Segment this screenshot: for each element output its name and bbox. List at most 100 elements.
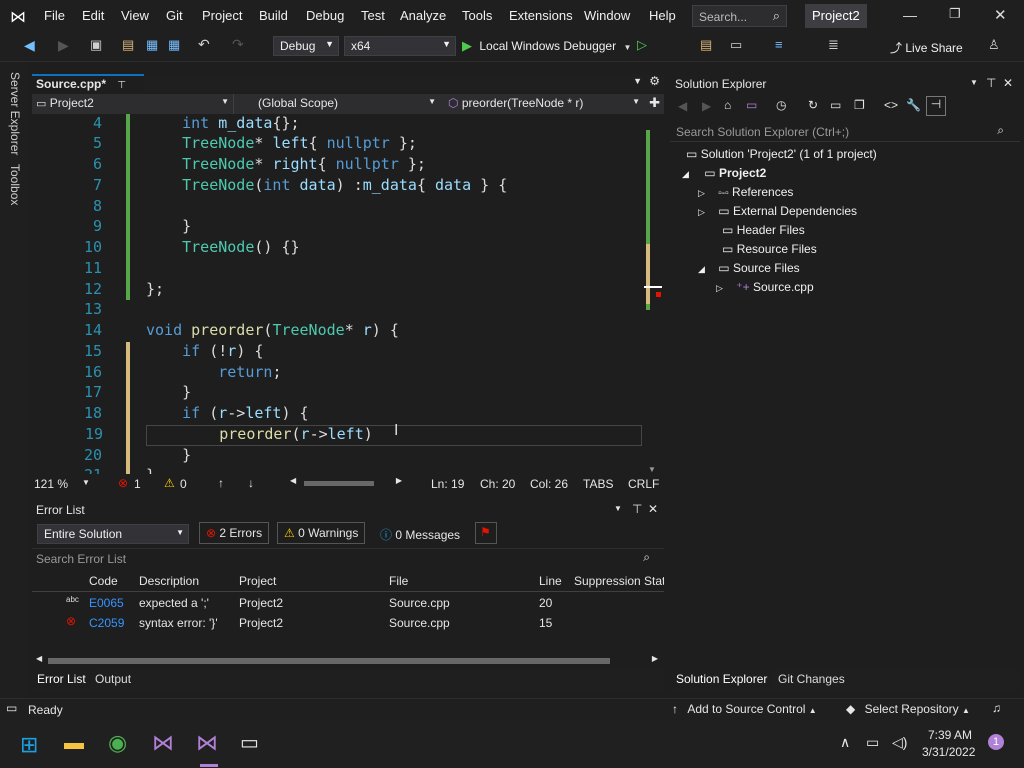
home-icon[interactable]: ⌂ xyxy=(724,98,731,112)
tree-references[interactable]: ▷ ▫-▫ References xyxy=(698,185,793,199)
pin-icon[interactable]: ⊤ xyxy=(986,76,996,90)
prev-issue-icon[interactable]: ↑ xyxy=(218,476,224,490)
scroll-thumb[interactable] xyxy=(644,286,662,288)
member-dropdown[interactable]: ⬡ preorder(TreeNode * r) ▼ xyxy=(444,94,644,114)
redo-icon[interactable]: ↷ xyxy=(232,36,244,53)
tree-source-cpp[interactable]: ▷ ⁺+ Source.cpp xyxy=(716,280,814,294)
solution-search-input[interactable]: Search Solution Explorer (Ctrl+;) ⌕ xyxy=(670,122,1020,142)
search-icon[interactable]: ⌕ xyxy=(997,123,1004,138)
preview-icon[interactable]: ⊣ xyxy=(926,96,946,116)
tree-source-files[interactable]: ◢ ▭ Source Files xyxy=(698,261,800,275)
col-indicator[interactable]: Col: 26 xyxy=(530,477,568,491)
errors-filter-button[interactable]: ⊗ 2 Errors xyxy=(199,522,270,544)
error-count[interactable]: 1 xyxy=(134,477,141,491)
properties-icon[interactable]: 🔧 xyxy=(906,98,921,112)
tray-chevron-icon[interactable]: ∧ xyxy=(840,734,850,751)
server-explorer-tab[interactable]: Server Explorer xyxy=(8,72,22,155)
feedback-icon[interactable]: ♙ xyxy=(988,37,1000,53)
col-project[interactable]: Project xyxy=(239,574,276,588)
tree-project[interactable]: ◢ ▭ Project2 xyxy=(682,166,766,180)
menu-edit[interactable]: Edit xyxy=(82,8,104,23)
project-dropdown[interactable]: ▭ Project2 ▼ xyxy=(32,94,234,114)
code-view-icon[interactable]: <> xyxy=(884,98,898,112)
menu-build[interactable]: Build xyxy=(259,8,288,23)
windows-start-icon[interactable]: ⊞ xyxy=(20,732,38,758)
forward-icon[interactable]: ▶ xyxy=(58,37,69,54)
hscroll-thumb[interactable] xyxy=(304,481,374,486)
tab-error-list[interactable]: Error List xyxy=(32,670,91,688)
close-button[interactable]: ✕ xyxy=(994,6,1007,24)
char-indicator[interactable]: Ch: 20 xyxy=(480,477,515,491)
platform-dropdown[interactable]: x64 ▼ xyxy=(344,36,456,56)
col-line[interactable]: Line xyxy=(539,574,562,588)
messages-filter-button[interactable]: ⓘ 0 Messages xyxy=(373,522,467,544)
tab-output[interactable]: Output xyxy=(90,672,136,686)
menu-window[interactable]: Window xyxy=(584,8,630,23)
clock-date[interactable]: 3/31/2022 xyxy=(922,745,975,759)
scroll-right-icon[interactable]: ▶ xyxy=(652,654,658,663)
notifications-bell-icon[interactable]: ♫ xyxy=(992,701,1001,715)
start-without-debug-icon[interactable]: ▷ xyxy=(637,37,647,53)
menu-project[interactable]: Project xyxy=(202,8,242,23)
collapsed-arrow-icon[interactable]: ▷ xyxy=(698,188,705,198)
menu-test[interactable]: Test xyxy=(361,8,385,23)
clock-time[interactable]: 7:39 AM xyxy=(928,728,972,742)
visual-studio-icon[interactable]: ⋈ xyxy=(152,730,174,756)
code-editor[interactable]: 4 int m_data{}; 5 TreeNode* left{ nullpt… xyxy=(32,114,642,474)
chevron-down-icon[interactable]: ▼ xyxy=(82,478,90,487)
menu-git[interactable]: Git xyxy=(166,8,183,23)
expanded-arrow-icon[interactable]: ◢ xyxy=(682,169,689,179)
terminal-icon[interactable]: ▭ xyxy=(240,730,259,755)
tree-header-files[interactable]: ▭ Header Files xyxy=(722,223,805,237)
tree-resource-files[interactable]: ▭ Resource Files xyxy=(722,242,817,256)
scope-dropdown[interactable]: (Global Scope) ▼ xyxy=(238,94,440,114)
live-share-button[interactable]: ⤴ Live Share xyxy=(890,39,963,56)
tab-git-changes[interactable]: Git Changes xyxy=(774,672,849,686)
next-issue-icon[interactable]: ↓ xyxy=(248,476,254,490)
chrome-icon[interactable]: ◉ xyxy=(108,730,127,756)
settings-gear-icon[interactable]: ⚙ xyxy=(649,74,660,88)
split-icon[interactable]: ✚ xyxy=(649,95,660,111)
table-row[interactable] xyxy=(32,614,664,634)
collapse-icon[interactable]: ▭ xyxy=(830,98,841,112)
collapsed-arrow-icon[interactable]: ▷ xyxy=(716,283,723,293)
forward-icon[interactable]: ▶ xyxy=(702,99,711,113)
config-dropdown[interactable]: Debug ▼ xyxy=(273,36,339,56)
pin-icon[interactable]: ⊤ xyxy=(632,502,642,516)
warnings-filter-button[interactable]: ⚠ 0 Warnings xyxy=(277,522,366,544)
col-description[interactable]: Description xyxy=(139,574,199,588)
refresh-icon[interactable]: ↻ xyxy=(808,98,818,112)
menu-tools[interactable]: Tools xyxy=(462,8,492,23)
search-box[interactable]: Search... ⌕ xyxy=(692,5,787,27)
tree-solution[interactable]: ▭ Solution 'Project2' (1 of 1 project) xyxy=(686,147,877,161)
menu-file[interactable]: File xyxy=(44,8,65,23)
minimize-button[interactable]: — xyxy=(903,7,917,23)
warning-count[interactable]: 0 xyxy=(180,477,187,491)
menu-extensions[interactable]: Extensions xyxy=(509,8,573,23)
scroll-left-icon[interactable]: ◀ xyxy=(290,476,296,485)
panel-dropdown-icon[interactable]: ▼ xyxy=(614,504,622,513)
table-row[interactable] xyxy=(32,594,664,614)
visual-studio-active-icon[interactable]: ⋈ xyxy=(196,730,218,756)
run-debugger-button[interactable]: ▶ Local Windows Debugger ▼ xyxy=(462,38,632,56)
layout-icon[interactable]: ▭ xyxy=(730,37,742,53)
collapsed-arrow-icon[interactable]: ▷ xyxy=(698,207,705,217)
volume-icon[interactable]: ◁) xyxy=(892,734,907,751)
open-folder-icon[interactable]: ▤ xyxy=(122,37,134,53)
error-code-link[interactable]: C2059 xyxy=(89,616,124,630)
history-icon[interactable]: ◷ xyxy=(776,98,786,112)
error-search-input[interactable]: Search Error List ⌕ xyxy=(32,548,664,568)
expanded-arrow-icon[interactable]: ◢ xyxy=(698,264,705,274)
editor-hscrollbar[interactable]: ◀ ▶ xyxy=(290,476,402,490)
line-ending-indicator[interactable]: CRLF xyxy=(628,477,659,491)
switch-views-icon[interactable]: ▭ xyxy=(746,98,757,112)
menu-view[interactable]: View xyxy=(121,8,149,23)
col-code[interactable]: Code xyxy=(89,574,118,588)
hscroll-thumb[interactable] xyxy=(48,658,610,664)
scroll-left-icon[interactable]: ◀ xyxy=(36,654,42,663)
save-icon[interactable]: ▦ xyxy=(146,37,158,53)
menu-debug[interactable]: Debug xyxy=(306,8,344,23)
error-code-link[interactable]: E0065 xyxy=(89,596,124,610)
network-icon[interactable]: ▭ xyxy=(866,734,879,751)
restore-button[interactable]: ❐ xyxy=(949,6,961,22)
